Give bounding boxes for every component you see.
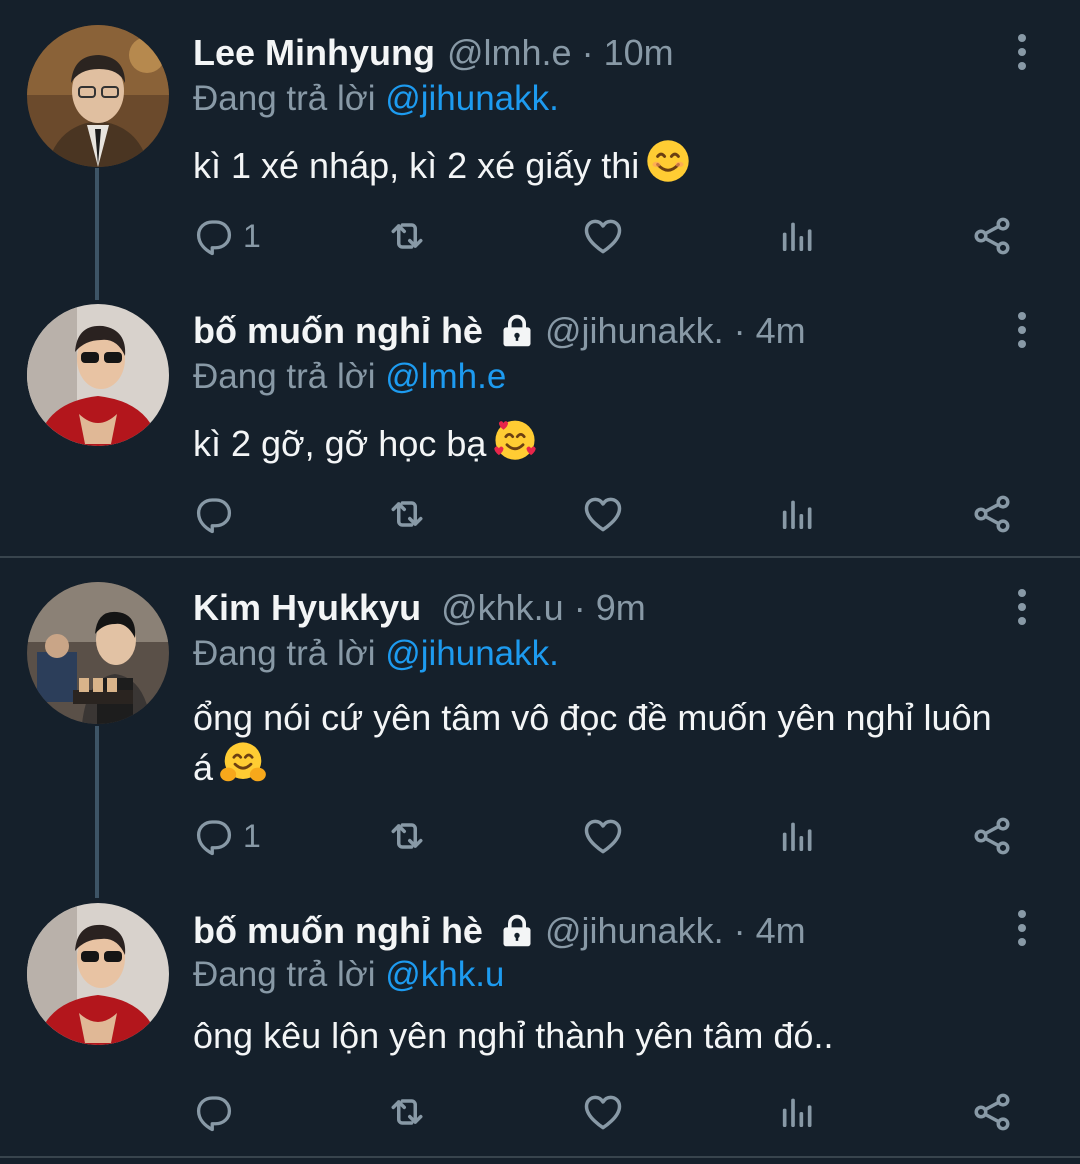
tweet-text: kì 2 gỡ, gỡ học bạ (193, 416, 1013, 472)
reply-icon (193, 1091, 235, 1133)
tweet-header: Lee Minhyung @lmh.e · 10m (193, 30, 674, 76)
mention-link[interactable]: @khk.u (385, 955, 504, 994)
share-icon (970, 814, 1014, 858)
like-button[interactable] (581, 214, 625, 258)
analytics-button[interactable] (777, 214, 817, 258)
tweet-text: ông kêu lộn yên nghỉ thành yên tâm đó.. (193, 1015, 834, 1056)
analytics-button[interactable] (777, 492, 817, 536)
avatar[interactable] (27, 903, 169, 1045)
handle[interactable]: @khk.u · 9m (441, 587, 646, 629)
thread-divider (0, 556, 1080, 558)
tweet-header: Kim Hyukkyu @khk.u · 9m (193, 585, 646, 631)
more-vertical-icon[interactable] (1010, 908, 1034, 948)
display-name[interactable]: bố muốn nghỉ hè (193, 910, 483, 952)
share-icon (970, 1090, 1014, 1134)
thread-line (95, 726, 99, 898)
reply-button[interactable]: 1 (193, 814, 261, 858)
retweet-icon (385, 492, 429, 536)
more-vertical-icon[interactable] (1010, 310, 1034, 350)
mention-link[interactable]: @lmh.e (385, 357, 506, 396)
thread-divider (0, 1156, 1080, 1158)
reply-button[interactable] (193, 492, 243, 536)
mention-link[interactable]: @jihunakk. (385, 634, 559, 673)
handle[interactable]: @lmh.e · 10m (447, 32, 674, 74)
avatar[interactable] (27, 304, 169, 446)
like-button[interactable] (581, 814, 625, 858)
like-button[interactable] (581, 492, 625, 536)
share-button[interactable] (970, 814, 1014, 858)
tweet-text: kì 1 xé nháp, kì 2 xé giấy thi (193, 138, 1013, 194)
analytics-icon (777, 816, 817, 856)
share-button[interactable] (970, 214, 1014, 258)
reply-button[interactable]: 1 (193, 214, 261, 258)
analytics-button[interactable] (777, 1090, 817, 1134)
analytics-icon (777, 494, 817, 534)
like-icon (581, 492, 625, 536)
more-vertical-icon[interactable] (1010, 587, 1034, 627)
smiling-face-emoji (645, 138, 691, 194)
display-name[interactable]: bố muốn nghỉ hè (193, 310, 483, 352)
avatar[interactable] (27, 25, 169, 167)
reply-icon (193, 215, 235, 257)
like-button[interactable] (581, 1090, 625, 1134)
tweet-actions: 1 (193, 214, 1023, 258)
like-icon (581, 214, 625, 258)
retweet-button[interactable] (385, 492, 429, 536)
tweet-text: ổng nói cứ yên tâm vô đọc đề muốn yên ng… (193, 696, 1013, 796)
tweet-actions: 1 (193, 814, 1023, 858)
replying-to: Đang trả lời @jihunakk. (193, 634, 559, 673)
replying-to: Đang trả lời @lmh.e (193, 357, 507, 396)
share-icon (970, 214, 1014, 258)
smiling-face-with-hearts-emoji (492, 416, 538, 472)
lock-icon (499, 313, 535, 349)
analytics-icon (777, 1092, 817, 1132)
replying-to: Đang trả lời @khk.u (193, 955, 505, 994)
display-name[interactable]: Lee Minhyung (193, 32, 435, 74)
retweet-button[interactable] (385, 214, 429, 258)
share-button[interactable] (970, 1090, 1014, 1134)
more-vertical-icon[interactable] (1010, 32, 1034, 72)
handle[interactable]: @jihunakk. · 4m (545, 310, 806, 352)
reply-count: 1 (243, 817, 261, 854)
retweet-icon (385, 214, 429, 258)
reply-icon (193, 493, 235, 535)
retweet-icon (385, 814, 429, 858)
analytics-button[interactable] (777, 814, 817, 858)
share-button[interactable] (970, 492, 1014, 536)
reply-count: 1 (243, 217, 261, 254)
tweet-actions (193, 1090, 1023, 1134)
analytics-icon (777, 216, 817, 256)
handle[interactable]: @jihunakk. · 4m (545, 910, 806, 952)
retweet-button[interactable] (385, 1090, 429, 1134)
mention-link[interactable]: @jihunakk. (385, 79, 559, 118)
display-name[interactable]: Kim Hyukkyu (193, 587, 421, 629)
reply-icon (193, 815, 235, 857)
tweet-header: bố muốn nghỉ hè @jihunakk. · 4m (193, 308, 806, 354)
avatar[interactable] (27, 582, 169, 724)
retweet-icon (385, 1090, 429, 1134)
thread-line (95, 168, 99, 300)
lock-icon (499, 913, 535, 949)
retweet-button[interactable] (385, 814, 429, 858)
hugging-face-emoji (219, 740, 267, 796)
like-icon (581, 814, 625, 858)
tweet-header: bố muốn nghỉ hè @jihunakk. · 4m (193, 908, 806, 954)
share-icon (970, 492, 1014, 536)
replying-to: Đang trả lời @jihunakk. (193, 79, 559, 118)
reply-button[interactable] (193, 1090, 243, 1134)
tweet-actions (193, 492, 1023, 536)
like-icon (581, 1090, 625, 1134)
